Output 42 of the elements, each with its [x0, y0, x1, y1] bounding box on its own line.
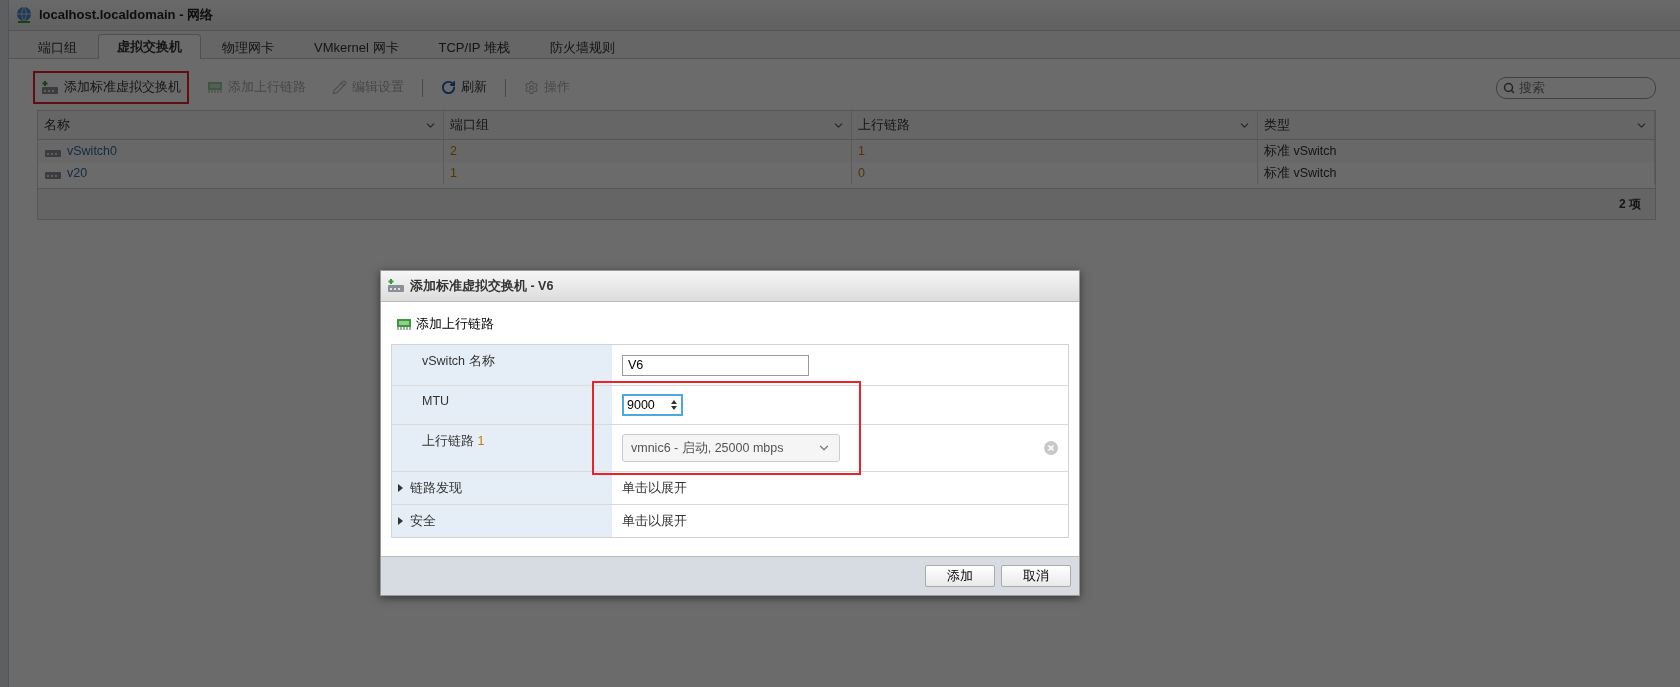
dialog-button[interactable]: 取消	[1001, 565, 1071, 587]
expand-arrow-icon[interactable]	[398, 484, 404, 492]
column-header[interactable]: 名称	[38, 111, 444, 140]
pencil-icon	[332, 80, 347, 95]
expand-arrow-icon[interactable]	[398, 517, 404, 525]
tab[interactable]: TCP/IP 堆栈	[419, 36, 529, 59]
field-label: MTU	[422, 394, 450, 408]
item-count: 2 项	[38, 188, 1655, 219]
search-field[interactable]: 搜索	[1496, 76, 1656, 99]
switch-link[interactable]: v20	[67, 166, 88, 180]
field-label: vSwitch 名称	[422, 353, 495, 370]
column-header[interactable]: 上行链路	[852, 111, 1258, 140]
toolbar-button[interactable]: 刷新	[433, 71, 495, 104]
refresh-icon	[441, 80, 456, 95]
add-switch-icon	[41, 80, 59, 95]
expand-hint: 单击以展开	[622, 479, 687, 497]
column-header[interactable]: 类型	[1258, 111, 1655, 140]
dialog-button[interactable]: 添加	[925, 565, 995, 587]
window-title: localhost.localdomain - 网络	[39, 6, 214, 24]
spinner-arrows-icon[interactable]	[670, 399, 678, 411]
mtu-number-field[interactable]: 9000	[622, 394, 683, 416]
dialog-title: 添加标准虚拟交换机 - V6	[410, 277, 554, 295]
add-switch-icon	[387, 279, 405, 293]
uplink-select[interactable]: vmnic6 - 启动, 25000 mbps	[622, 434, 840, 462]
toolbar-button[interactable]: 添加标准虚拟交换机	[33, 71, 189, 104]
tab[interactable]: 端口组	[19, 36, 96, 59]
globe-icon	[15, 6, 33, 24]
field-label: 上行链路 1	[422, 433, 485, 450]
field-label: 安全	[410, 512, 436, 530]
tab[interactable]: 物理网卡	[203, 36, 293, 59]
field-label: 链路发现	[410, 479, 462, 497]
switch-link[interactable]: vSwitch0	[67, 144, 118, 158]
tab[interactable]: 防火墙规则	[530, 36, 634, 59]
column-header[interactable]: 端口组	[444, 111, 852, 140]
tab[interactable]: VMkernel 网卡	[295, 36, 418, 59]
name-input-field[interactable]: V6	[622, 354, 809, 376]
expand-hint: 单击以展开	[622, 512, 687, 530]
settings-icon	[524, 80, 539, 95]
network-card-icon	[396, 318, 412, 331]
tab[interactable]: 虚拟交换机	[98, 34, 201, 59]
add-uplink-button[interactable]: 添加上行链路	[391, 312, 499, 337]
search-icon	[1503, 81, 1515, 94]
